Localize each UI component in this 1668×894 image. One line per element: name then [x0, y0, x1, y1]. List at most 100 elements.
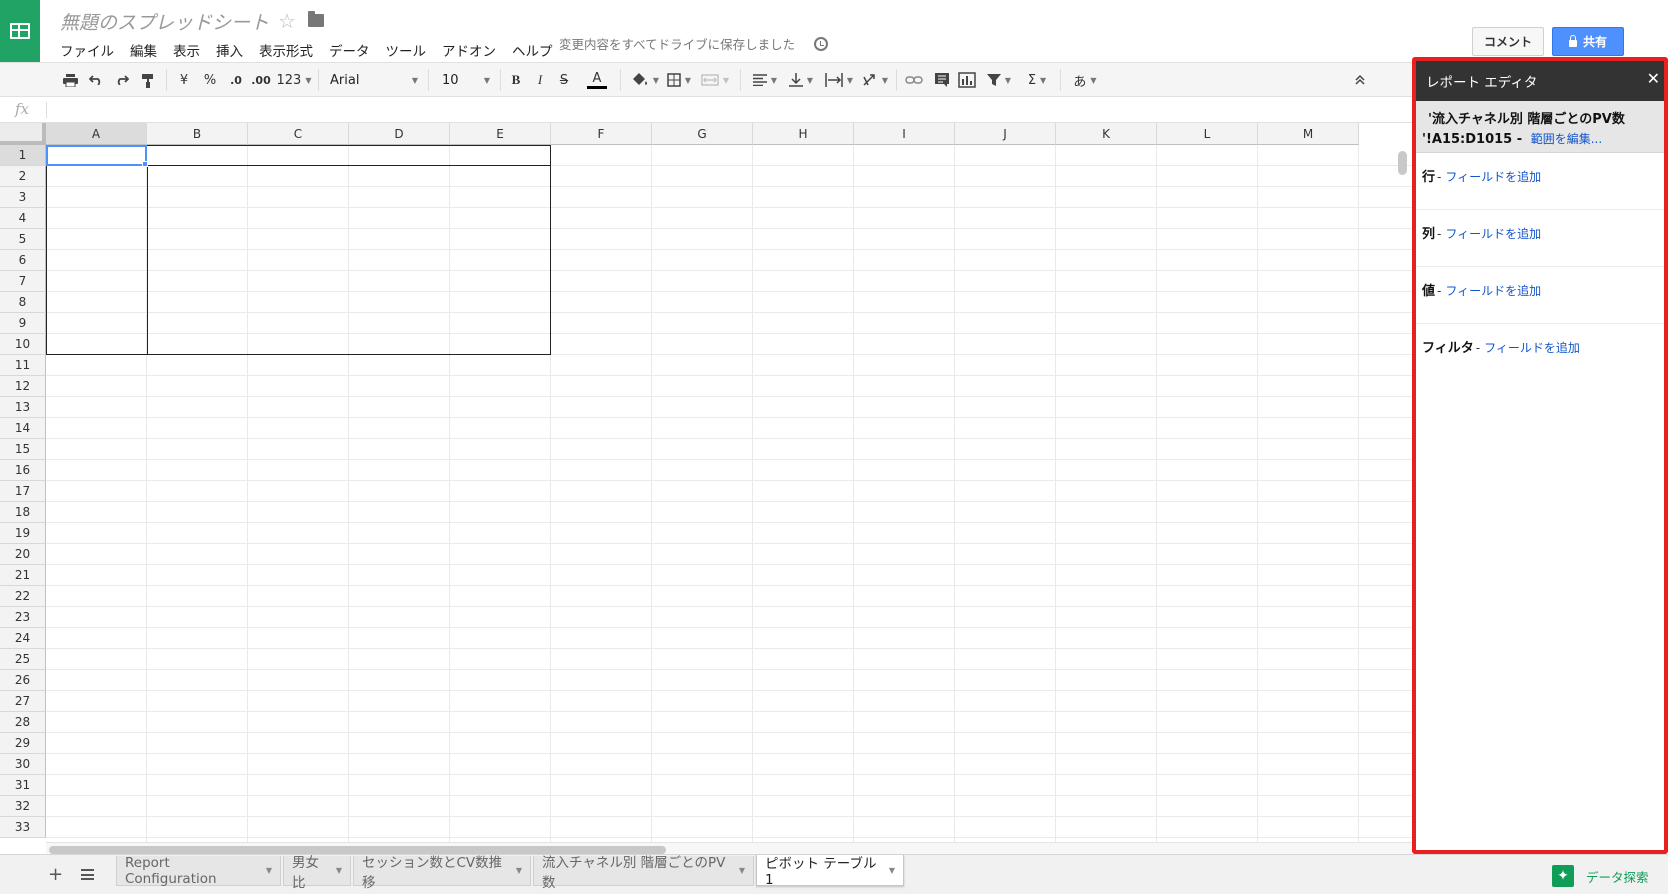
row-header[interactable]: 24: [0, 628, 46, 649]
row-header[interactable]: 27: [0, 691, 46, 712]
collapse-toolbar-icon[interactable]: [1350, 70, 1370, 90]
cell-area[interactable]: [46, 145, 1412, 847]
menu-data[interactable]: データ: [329, 40, 370, 60]
column-header[interactable]: G: [652, 123, 753, 145]
column-header[interactable]: D: [349, 123, 450, 145]
insert-comment-icon[interactable]: [932, 70, 952, 90]
font-family-select[interactable]: Arial ▼: [330, 70, 418, 90]
sheet-tab-channel-pv[interactable]: 流入チャネル別 階層ごとのPV数 ▼: [533, 855, 754, 891]
caret-down-icon[interactable]: ▼: [739, 866, 745, 875]
row-header[interactable]: 20: [0, 544, 46, 565]
row-header[interactable]: 31: [0, 775, 46, 796]
filter-add-field-link[interactable]: フィールドを追加: [1484, 341, 1580, 355]
menu-insert[interactable]: 挿入: [216, 40, 243, 60]
row-header[interactable]: 32: [0, 796, 46, 817]
percent-format[interactable]: %: [202, 70, 218, 90]
sheet-tab-sessions-cv[interactable]: セッション数とCV数推移 ▼: [353, 855, 531, 891]
row-header[interactable]: 33: [0, 817, 46, 838]
menu-file[interactable]: ファイル: [60, 40, 114, 60]
all-sheets-icon[interactable]: [81, 869, 94, 880]
row-header[interactable]: 11: [0, 355, 46, 376]
column-header[interactable]: H: [753, 123, 854, 145]
vertical-align-icon[interactable]: ▼: [786, 70, 816, 90]
row-header[interactable]: 2: [0, 166, 46, 187]
column-header[interactable]: J: [955, 123, 1056, 145]
menu-help[interactable]: ヘルプ: [512, 40, 553, 60]
row-header[interactable]: 28: [0, 712, 46, 733]
row-header[interactable]: 30: [0, 754, 46, 775]
vertical-scrollbar[interactable]: [1398, 151, 1407, 175]
close-icon[interactable]: ✕: [1647, 71, 1660, 87]
column-header[interactable]: M: [1258, 123, 1359, 145]
font-size-select[interactable]: 10 ▼: [442, 70, 490, 90]
italic-button[interactable]: I: [532, 70, 548, 90]
column-header[interactable]: C: [248, 123, 349, 145]
column-header[interactable]: K: [1056, 123, 1157, 145]
row-header[interactable]: 7: [0, 271, 46, 292]
row-header[interactable]: 3: [0, 187, 46, 208]
row-header[interactable]: 21: [0, 565, 46, 586]
insert-link-icon[interactable]: [904, 70, 924, 90]
menu-view[interactable]: 表示: [173, 40, 200, 60]
column-header[interactable]: A: [46, 123, 147, 145]
text-color-button[interactable]: A: [582, 70, 612, 90]
column-header[interactable]: E: [450, 123, 551, 145]
revision-history-icon[interactable]: [814, 37, 828, 51]
undo-icon[interactable]: [88, 70, 104, 90]
redo-icon[interactable]: [114, 70, 130, 90]
edit-range-link[interactable]: 範囲を編集...: [1531, 132, 1602, 146]
increase-decimal[interactable]: .00: [250, 70, 272, 90]
row-header[interactable]: 8: [0, 292, 46, 313]
caret-down-icon[interactable]: ▼: [516, 866, 522, 875]
row-header[interactable]: 9: [0, 313, 46, 334]
folder-icon[interactable]: [308, 11, 324, 27]
menu-tools[interactable]: ツール: [386, 40, 427, 60]
menu-edit[interactable]: 編集: [130, 40, 157, 60]
row-header[interactable]: 17: [0, 481, 46, 502]
row-header[interactable]: 16: [0, 460, 46, 481]
sheets-logo[interactable]: [0, 0, 40, 62]
caret-down-icon[interactable]: ▼: [266, 866, 272, 875]
fill-handle[interactable]: [142, 161, 148, 167]
select-all-corner[interactable]: [0, 123, 46, 145]
text-rotation-icon[interactable]: ▼: [860, 70, 890, 90]
insert-chart-icon[interactable]: [956, 70, 978, 90]
menu-format[interactable]: 表示形式: [259, 40, 313, 60]
row-header[interactable]: 5: [0, 229, 46, 250]
row-header[interactable]: 12: [0, 376, 46, 397]
row-header[interactable]: 4: [0, 208, 46, 229]
borders-icon[interactable]: ▼: [664, 70, 694, 90]
more-formats-dropdown[interactable]: 123 ▼: [276, 70, 312, 90]
row-header[interactable]: 13: [0, 397, 46, 418]
row-header[interactable]: 22: [0, 586, 46, 607]
row-header[interactable]: 15: [0, 439, 46, 460]
sheet-tab-report-configuration[interactable]: Report Configuration ▼: [116, 855, 281, 887]
rows-add-field-link[interactable]: フィールドを追加: [1445, 170, 1541, 184]
row-header[interactable]: 23: [0, 607, 46, 628]
column-header[interactable]: F: [551, 123, 652, 145]
column-header[interactable]: B: [147, 123, 248, 145]
text-wrapping-icon[interactable]: ▼: [822, 70, 856, 90]
row-header[interactable]: 10: [0, 334, 46, 355]
horizontal-align-icon[interactable]: ▼: [750, 70, 780, 90]
star-icon[interactable]: ☆: [278, 9, 296, 33]
sheet-tab-pivot-table-1[interactable]: ピボット テーブル 1 ▼: [756, 855, 904, 888]
decrease-decimal[interactable]: .0: [226, 70, 246, 90]
input-tools-button[interactable]: あ ▼: [1068, 70, 1102, 90]
share-button[interactable]: 共有: [1552, 27, 1624, 56]
row-header[interactable]: 26: [0, 670, 46, 691]
paint-format-icon[interactable]: [140, 70, 156, 90]
column-header[interactable]: L: [1157, 123, 1258, 145]
filter-icon[interactable]: ▼: [982, 70, 1016, 90]
comment-button[interactable]: コメント: [1472, 27, 1544, 56]
row-header[interactable]: 29: [0, 733, 46, 754]
row-header[interactable]: 6: [0, 250, 46, 271]
formula-input[interactable]: [54, 97, 1412, 122]
row-header[interactable]: 19: [0, 523, 46, 544]
strikethrough-button[interactable]: S: [556, 70, 572, 90]
explore-button[interactable]: ✦ データ探索: [1552, 865, 1649, 887]
selected-cell-a1[interactable]: [46, 145, 147, 166]
menu-addons[interactable]: アドオン: [442, 40, 496, 60]
merge-cells-icon[interactable]: ▼: [698, 70, 732, 90]
currency-format[interactable]: ¥: [176, 70, 192, 90]
